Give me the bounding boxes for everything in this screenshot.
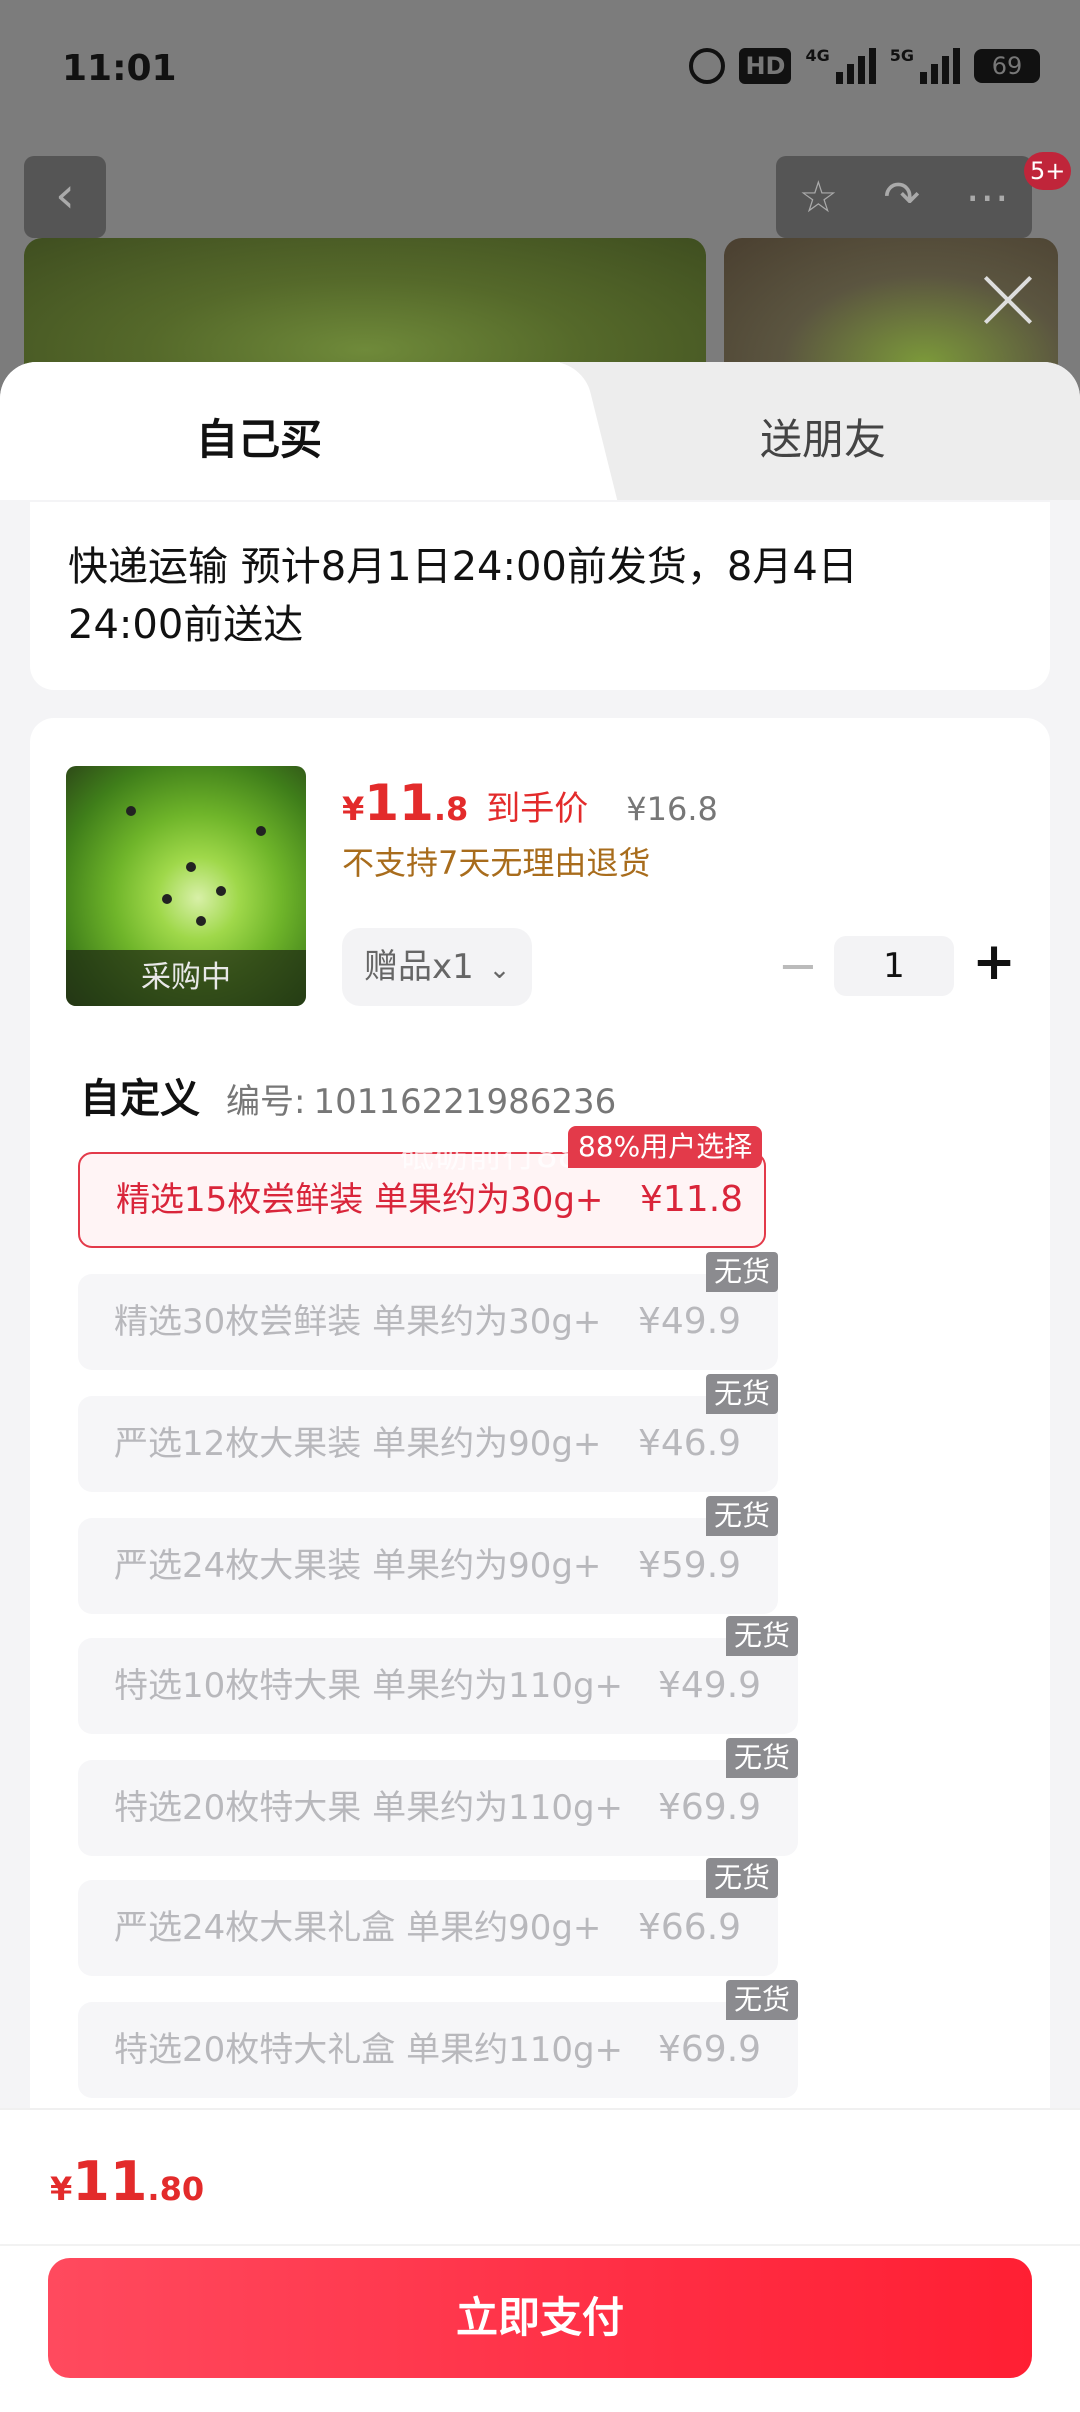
total-decimal: .80 xyxy=(147,2170,205,2208)
spec-code-label: 编号: xyxy=(226,1082,306,1122)
spec-option[interactable]: 严选24枚大果礼盒 单果约90g+ ¥66.9 xyxy=(78,1880,778,1976)
out-of-stock-badge: 无货 xyxy=(706,1496,779,1536)
share-icon[interactable]: ↷ xyxy=(883,172,920,223)
spec-title: 自定义 xyxy=(80,1076,200,1122)
tab-buy-self-label: 自己买 xyxy=(196,415,323,464)
spec-option-name: 特选20枚特大果 单果约为110g+ xyxy=(114,1788,624,1828)
spec-option[interactable]: 严选24枚大果装 单果约为90g+ ¥59.9 xyxy=(78,1518,778,1614)
more-icon[interactable]: ⋯ xyxy=(965,172,1009,223)
out-of-stock-badge: 无货 xyxy=(706,1858,779,1898)
notification-badge: 5+ xyxy=(1024,152,1072,190)
product-thumbnail: 采购中 xyxy=(66,766,306,1006)
spec-option-name: 精选30枚尝鲜装 单果约为30g+ xyxy=(114,1302,602,1342)
quantity-increment-button[interactable]: + xyxy=(966,932,1022,992)
gift-chip-label: 赠品x1 xyxy=(364,947,474,987)
total-integer: 11 xyxy=(72,2150,148,2213)
quantity-input[interactable]: 1 xyxy=(834,936,954,996)
hd-icon: HD xyxy=(739,48,792,84)
return-policy: 不支持7天无理由退货 xyxy=(342,844,651,882)
purchasing-overlay: 采购中 xyxy=(66,950,306,1006)
spec-option-name: 严选24枚大果装 单果约为90g+ xyxy=(114,1546,602,1586)
alarm-icon xyxy=(689,48,726,84)
price-integer: 11 xyxy=(364,774,434,832)
price-decimal: .8 xyxy=(433,790,469,828)
out-of-stock-badge: 无货 xyxy=(726,1616,799,1656)
spec-option[interactable]: 特选10枚特大果 单果约为110g+ ¥49.9 xyxy=(78,1638,798,1734)
status-icons: HD 4G 5G 69 xyxy=(689,48,1040,84)
network-4g-label: 4G xyxy=(805,46,830,65)
spec-option[interactable]: 精选30枚尝鲜装 单果约为30g+ ¥49.9 xyxy=(78,1274,778,1370)
checkout-footer: ¥ 11 .80 立即支付 xyxy=(0,2108,1080,2412)
star-icon[interactable]: ☆ xyxy=(799,172,838,223)
gift-chip[interactable]: 赠品x1 ⌄ xyxy=(342,928,533,1006)
spec-option[interactable]: 特选20枚特大果 单果约为110g+ ¥69.9 xyxy=(78,1760,798,1856)
chevron-left-icon: ‹ xyxy=(55,166,75,224)
back-button[interactable]: ‹ xyxy=(24,156,106,238)
price-tag: 到手价 xyxy=(486,789,589,829)
out-of-stock-badge: 无货 xyxy=(726,1980,799,2020)
signal-icon xyxy=(835,48,876,84)
popular-badge: 88%用户选择 xyxy=(568,1126,763,1168)
spec-code: 编号: 10116221986236 xyxy=(226,1074,616,1123)
total-price: ¥ 11 .80 xyxy=(50,2150,204,2213)
top-actions: ☆ ↷ ⋯ xyxy=(776,156,1032,238)
shipping-info: 快递运输 预计8月1日24:00前发货，8月4日24:00前送达 xyxy=(68,544,858,648)
spec-code-value: 10116221986236 xyxy=(313,1082,617,1122)
pay-now-button[interactable]: 立即支付 xyxy=(48,2258,1032,2378)
chevron-down-icon: ⌄ xyxy=(488,955,511,985)
battery-icon: 69 xyxy=(974,49,1040,83)
status-bar: 11:01 HD 4G 5G 69 xyxy=(0,0,1080,140)
divider xyxy=(0,2244,1080,2246)
tab-gift-friend-label: 送朋友 xyxy=(760,415,887,464)
spec-option[interactable]: 特选20枚特大礼盒 单果约110g+ ¥69.9 xyxy=(78,2002,798,2098)
price-row: ¥ 11 .8 到手价 ¥16.8 xyxy=(342,774,718,832)
network-5g-label: 5G xyxy=(889,46,914,65)
out-of-stock-badge: 无货 xyxy=(706,1252,779,1292)
total-currency: ¥ xyxy=(50,2170,73,2208)
watermark: 砥砺前行88 xyxy=(400,1136,580,1176)
price-currency: ¥ xyxy=(342,790,365,828)
purchase-sheet: 自己买 送朋友 快递运输 预计8月1日24:00前发货，8月4日24:00前送达… xyxy=(0,362,1080,2412)
spec-option-name: 特选10枚特大果 单果约为110g+ xyxy=(114,1666,624,1706)
product-hero-image xyxy=(24,238,706,378)
out-of-stock-badge: 无货 xyxy=(706,1374,779,1414)
spec-option-name: 严选24枚大果礼盒 单果约90g+ xyxy=(114,1908,602,1948)
spec-option-name: 特选20枚特大礼盒 单果约110g+ xyxy=(114,2030,624,2070)
status-time: 11:01 xyxy=(62,48,177,89)
spec-option-name: 精选15枚尝鲜装 单果约为30g+ xyxy=(116,1180,604,1220)
spec-option[interactable]: 严选12枚大果装 单果约为90g+ ¥46.9 xyxy=(78,1396,778,1492)
shipping-card: 快递运输 预计8月1日24:00前发货，8月4日24:00前送达 xyxy=(30,502,1050,690)
original-price: ¥16.8 xyxy=(626,790,718,828)
signal-icon xyxy=(920,48,960,84)
spec-option-name: 严选12枚大果装 单果约为90g+ xyxy=(114,1424,602,1464)
out-of-stock-badge: 无货 xyxy=(726,1738,799,1778)
close-icon[interactable] xyxy=(980,272,1036,328)
quantity-decrement-button[interactable]: − xyxy=(774,942,822,992)
purchase-tabs: 自己买 送朋友 xyxy=(0,362,1080,500)
